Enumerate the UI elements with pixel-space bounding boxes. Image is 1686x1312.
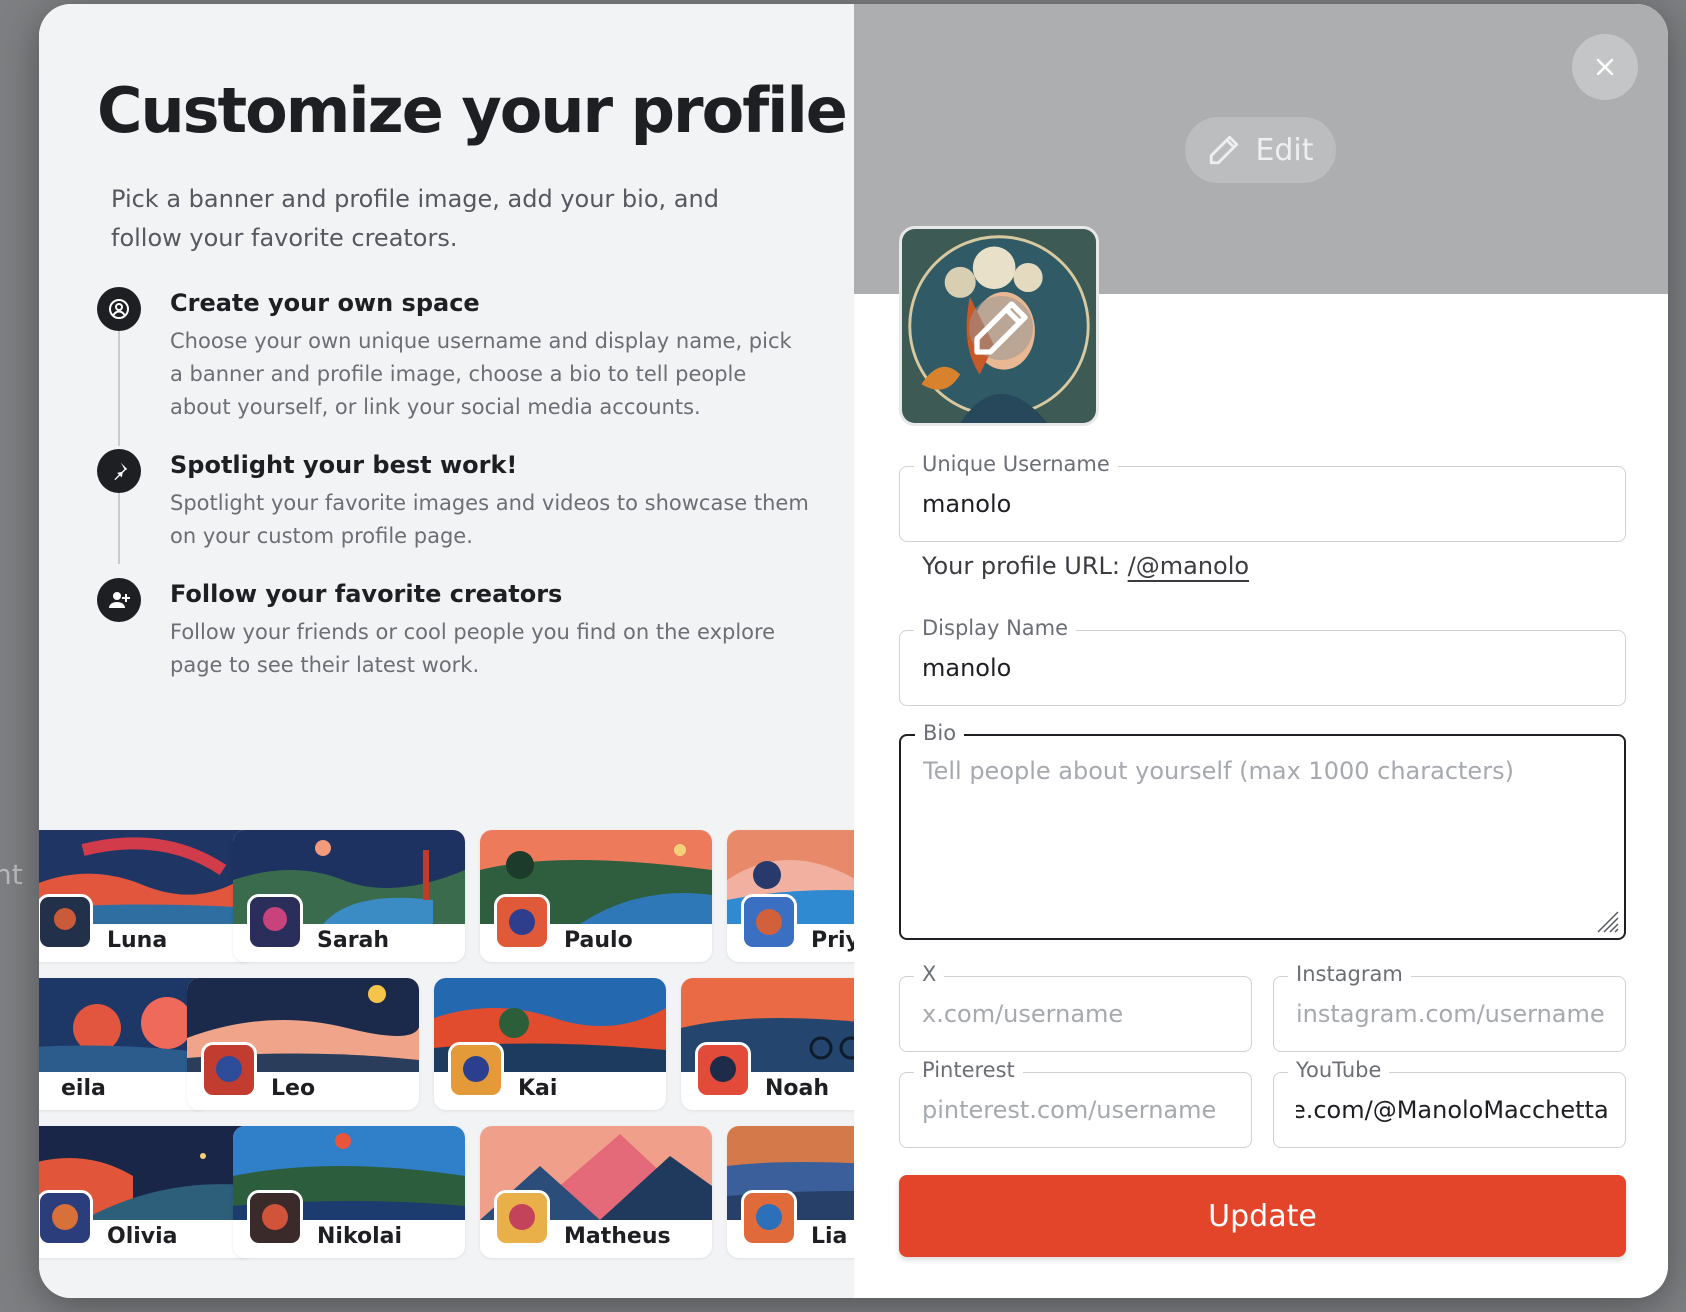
creator-name: Leo <box>271 1076 316 1101</box>
resize-handle-icon[interactable] <box>1594 908 1620 934</box>
creator-card[interactable]: Luna <box>39 830 255 962</box>
creator-card[interactable]: Sarah <box>233 830 465 962</box>
pinterest-field: Pinterest <box>899 1058 1252 1148</box>
bio-field: Bio <box>899 721 1626 940</box>
username-input[interactable] <box>922 467 1609 541</box>
creator-card[interactable]: Noah <box>681 978 854 1110</box>
profile-url-prefix: Your profile URL: <box>922 552 1120 580</box>
creator-name: Olivia <box>107 1224 178 1249</box>
creator-name: Luna <box>107 928 168 953</box>
creator-name: Matheus <box>564 1224 671 1249</box>
user-circle-icon <box>97 287 141 331</box>
feature-spotlight: Spotlight your best work! Spotlight your… <box>97 449 817 549</box>
creator-avatar <box>494 1190 550 1246</box>
creator-card[interactable]: eila <box>39 978 209 1110</box>
page-title: Customize your profile! <box>97 74 854 147</box>
creator-avatar <box>741 1190 797 1246</box>
feature-description: Follow your friends or cool people you f… <box>170 620 776 677</box>
feature-description: Choose your own unique username and disp… <box>170 329 792 419</box>
pin-icon <box>97 449 141 493</box>
creator-name: Noah <box>765 1076 830 1101</box>
user-plus-icon <box>97 578 141 622</box>
profile-form-panel: Edit Unique Username manolo Your profile… <box>854 4 1668 1298</box>
feature-title: Follow your favorite creators <box>170 580 563 608</box>
creator-card[interactable]: Paulo <box>480 830 712 962</box>
close-icon <box>1596 58 1614 76</box>
creator-card[interactable]: Olivia <box>39 1126 255 1258</box>
creator-name: Kai <box>518 1076 558 1101</box>
creator-avatar <box>201 1042 257 1098</box>
creator-name: Priya <box>811 928 854 953</box>
creator-avatar <box>448 1042 504 1098</box>
creator-name: eila <box>61 1076 106 1101</box>
feature-title: Spotlight your best work! <box>170 451 518 479</box>
creator-card[interactable]: Kai <box>434 978 666 1110</box>
bio-textarea[interactable] <box>923 754 1608 928</box>
creator-avatar <box>494 894 550 950</box>
creator-name: Nikolai <box>317 1224 403 1249</box>
display-name-input[interactable] <box>922 631 1609 705</box>
pencil-icon <box>969 296 1033 360</box>
feature-title: Create your own space <box>170 289 480 317</box>
feature-description: Spotlight your favorite images and video… <box>170 491 809 548</box>
page-subtitle: Pick a banner and profile image, add you… <box>111 185 719 252</box>
customize-profile-modal: Customize your profile! Pick a banner an… <box>39 4 1668 1298</box>
username-field: Unique Username <box>899 452 1626 542</box>
edit-banner-button[interactable]: Edit <box>1185 117 1336 183</box>
creator-card[interactable]: Priya <box>727 830 854 962</box>
x-input[interactable] <box>922 977 1235 1051</box>
profile-url-link[interactable]: /@manolo <box>1128 552 1249 580</box>
creator-card[interactable]: Lia <box>727 1126 854 1258</box>
bio-label: Bio <box>915 721 965 745</box>
x-field: X <box>899 962 1252 1052</box>
creator-name: Paulo <box>564 928 633 953</box>
creator-name: Sarah <box>317 928 390 953</box>
feature-follow: Follow your favorite creators Follow you… <box>97 578 817 678</box>
creator-name: Lia <box>811 1224 848 1249</box>
pinterest-input[interactable] <box>922 1073 1235 1147</box>
info-panel: Customize your profile! Pick a banner an… <box>39 4 854 1298</box>
instagram-input[interactable] <box>1296 977 1609 1051</box>
youtube-field: YouTube <box>1273 1058 1626 1148</box>
creator-avatar <box>39 894 93 950</box>
profile-url: Your profile URL: /@manolo <box>922 552 1249 580</box>
profile-image[interactable] <box>899 226 1099 426</box>
feature-create-space: Create your own space Choose your own un… <box>97 287 817 427</box>
instagram-field: Instagram <box>1273 962 1626 1052</box>
display-name-field: Display Name <box>899 616 1626 706</box>
youtube-input[interactable] <box>1296 1073 1609 1147</box>
edit-label: Edit <box>1255 132 1314 168</box>
update-button[interactable]: Update <box>899 1175 1626 1257</box>
creator-avatar <box>39 1190 93 1246</box>
creator-card[interactable]: Nikolai <box>233 1126 465 1258</box>
creator-card[interactable]: Matheus <box>480 1126 712 1258</box>
creator-avatar <box>695 1042 751 1098</box>
creator-avatar <box>741 894 797 950</box>
creator-avatar <box>247 894 303 950</box>
creator-card[interactable]: Leo <box>187 978 419 1110</box>
creator-avatar <box>247 1190 303 1246</box>
close-button[interactable] <box>1572 34 1638 100</box>
creator-banner <box>39 978 209 1072</box>
pencil-icon <box>1210 135 1239 165</box>
creator-grid: Luna Sarah Paulo Priya eila <box>39 826 854 1266</box>
backdrop-text: ht <box>0 858 23 891</box>
